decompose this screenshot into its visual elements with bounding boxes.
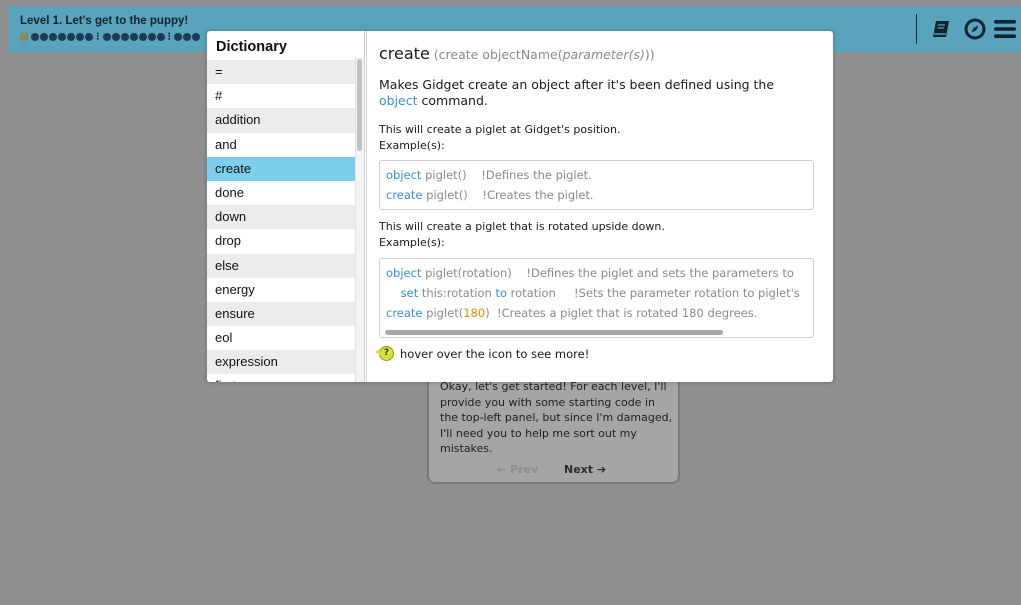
hover-hint-text: hover over the icon to see more!: [400, 346, 590, 361]
progress-dot: [111, 33, 120, 41]
example-1-code: object piglet() !Defines the piglet. crea…: [379, 160, 814, 210]
dictionary-list: = # addition and create done down drop else energ…: [207, 60, 355, 382]
dictionary-panel: Dictionary = # addition and create done down dr…: [207, 31, 833, 382]
example-2-hscrollbar[interactable]: [385, 330, 723, 335]
progress-dot: [40, 33, 48, 41]
dictionary-item[interactable]: expression: [207, 350, 355, 375]
entry-detail: create (create objectName(parameter(s)))…: [375, 31, 819, 382]
progress-separator: ⁝: [167, 31, 172, 43]
entry-keyword: create: [379, 44, 430, 63]
tutorial-dialog: Okay, let's get started! For each level,…: [427, 373, 680, 484]
progress-dot: [31, 33, 39, 41]
compass-icon[interactable]: [963, 16, 987, 42]
progress-dot: [120, 33, 129, 41]
dictionary-item[interactable]: =: [207, 60, 355, 85]
hover-hint: ? hover over the icon to see more!: [375, 346, 590, 361]
code-line: create piglet(180) !Creates a piglet tha…: [386, 306, 758, 320]
entry-description: Makes Gidget create an object after it's…: [379, 77, 775, 108]
progress-dot: [76, 33, 84, 41]
level-progress: ⁝ ⁝: [20, 31, 200, 43]
dictionary-title: Dictionary: [216, 39, 287, 55]
dictionary-item[interactable]: #: [207, 84, 355, 109]
code-line: object piglet() !Defines the piglet.: [386, 168, 592, 182]
entry-signature: (create objectName(parameter(s))): [429, 47, 655, 62]
dictionary-item[interactable]: down: [207, 205, 355, 230]
dictionary-item[interactable]: energy: [207, 277, 355, 302]
dictionary-item[interactable]: first: [207, 374, 355, 382]
dictionary-item[interactable]: and: [207, 132, 355, 157]
dictionary-item[interactable]: done: [207, 180, 355, 206]
dictionary-book-icon[interactable]: [930, 16, 952, 42]
code-line: set this:rotation to rotation !Sets the …: [400, 286, 800, 300]
progress-dot: [138, 33, 147, 41]
dictionary-item[interactable]: eol: [207, 326, 355, 351]
code-line: create piglet() !Creates the piglet.: [386, 188, 594, 202]
panel-divider: [366, 31, 367, 382]
object-keyword-link[interactable]: object: [379, 93, 418, 108]
dictionary-item[interactable]: addition: [207, 108, 355, 133]
dictionary-scrollbar-thumb[interactable]: [357, 59, 362, 151]
entry-title: create (create objectName(parameter(s))): [379, 44, 655, 63]
topbar-divider: [916, 14, 917, 44]
progress-dot: [67, 33, 75, 41]
example-2-description: This will create a piglet that is rotate…: [379, 220, 665, 249]
progress-dot: [156, 33, 165, 41]
progress-dot: [147, 33, 156, 41]
progress-separator: ⁝: [96, 31, 100, 43]
progress-dot: [85, 33, 93, 41]
progress-dot: [183, 33, 191, 41]
progress-dot: [102, 33, 111, 41]
dictionary-scrollbar[interactable]: [355, 57, 364, 382]
dictionary-item[interactable]: else: [207, 253, 355, 278]
dialog-text: Okay, let's get started! For each level,…: [440, 380, 673, 456]
code-line: object piglet(rotation) !Defines the pig…: [386, 266, 798, 280]
help-bubble-icon[interactable]: ?: [375, 346, 394, 361]
example-1-description: This will create a piglet at Gidget's po…: [379, 123, 621, 152]
level-title: Level 1. Let's get to the puppy!: [20, 15, 189, 27]
progress-dot: [192, 33, 200, 41]
progress-dot: [129, 33, 138, 41]
example-2-code: object piglet(rotation) !Defines the pig…: [379, 258, 814, 338]
progress-dot: [49, 33, 57, 41]
dictionary-item[interactable]: drop: [207, 229, 355, 254]
dictionary-item[interactable]: create: [207, 156, 355, 181]
dictionary-sidebar: Dictionary = # addition and create done down dr…: [207, 31, 365, 382]
hamburger-menu-icon[interactable]: [993, 16, 1017, 42]
dictionary-item[interactable]: ensure: [207, 301, 355, 327]
progress-dot: [174, 33, 182, 41]
progress-dot: [58, 33, 66, 41]
prev-button[interactable]: ← Prev: [497, 463, 538, 476]
robot-icon: [20, 33, 28, 41]
next-button[interactable]: Next ➔: [564, 463, 606, 476]
